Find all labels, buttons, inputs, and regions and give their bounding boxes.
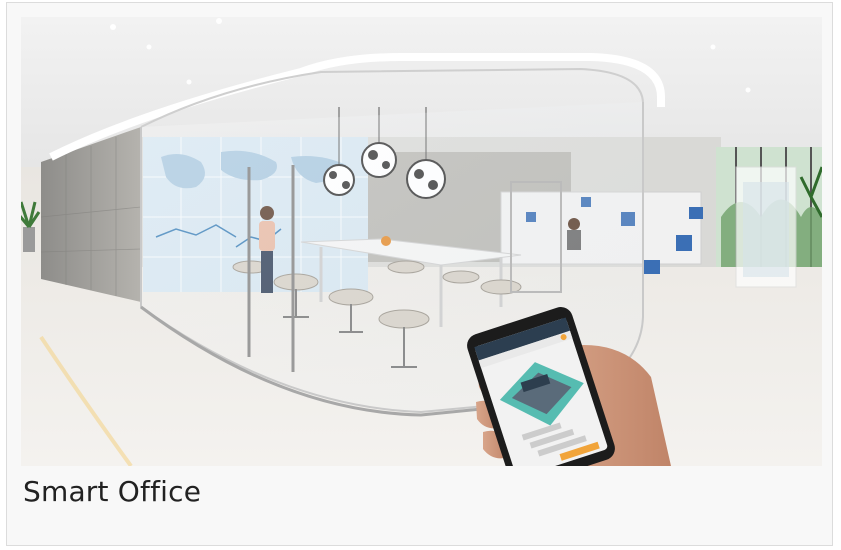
image-card: Smart Office: [6, 2, 833, 546]
image-caption: Smart Office: [23, 475, 202, 508]
phone-booth: [735, 166, 797, 288]
smart-office-photo: [21, 17, 822, 466]
